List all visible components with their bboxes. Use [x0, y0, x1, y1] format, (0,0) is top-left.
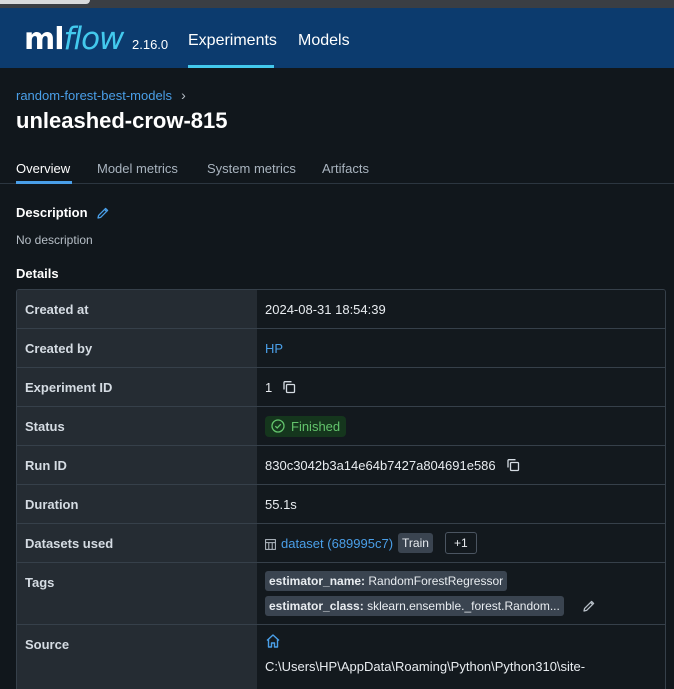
status-value: Finished: [257, 407, 665, 445]
browser-chrome-strip: [0, 0, 674, 8]
table-icon: [265, 538, 276, 550]
tag-value: RandomForestRegressor: [368, 574, 504, 588]
created-by-key: Created by: [17, 329, 257, 367]
tag-chip[interactable]: estimator_class: sklearn.ensemble._fores…: [265, 596, 564, 616]
tag-chip[interactable]: estimator_name: RandomForestRegressor: [265, 571, 508, 591]
logo-ml-text: ml: [24, 22, 65, 57]
browser-tab-edge: [0, 0, 90, 4]
nav-active-indicator: [188, 65, 274, 68]
status-badge: Finished: [265, 415, 347, 437]
dataset-link[interactable]: dataset (689995c7): [281, 536, 393, 551]
experiment-id-key: Experiment ID: [17, 368, 257, 406]
datasets-value: dataset (689995c7) Train +1: [257, 524, 665, 562]
tag-name: estimator_name:: [269, 574, 366, 588]
home-icon: [265, 633, 281, 649]
table-row: Created at 2024-08-31 18:54:39: [17, 290, 665, 329]
nav-experiments[interactable]: Experiments: [188, 32, 277, 50]
breadcrumb-chevron-icon: ›: [181, 87, 186, 103]
duration-value: 55.1s: [257, 485, 665, 523]
table-row: Source C:\Users\HP\AppData\Roaming\Pytho…: [17, 625, 665, 689]
dataset-context-tag: Train: [398, 533, 433, 553]
table-row: Duration 55.1s: [17, 485, 665, 524]
run-id-key: Run ID: [17, 446, 257, 484]
source-key: Source: [17, 625, 257, 689]
run-id-value: 830c3042b3a14e64b7427a804691e586: [257, 446, 665, 484]
run-id-text: 830c3042b3a14e64b7427a804691e586: [265, 457, 496, 473]
table-row: Run ID 830c3042b3a14e64b7427a804691e586: [17, 446, 665, 485]
tab-active-indicator: [16, 181, 72, 184]
nav-models[interactable]: Models: [298, 32, 350, 50]
created-by-value: HP: [257, 329, 665, 367]
version-label: 2.16.0: [132, 37, 169, 52]
duration-key: Duration: [17, 485, 257, 523]
table-row: Status Finished: [17, 407, 665, 446]
duration-text: 55.1s: [265, 496, 297, 512]
created-at-value: 2024-08-31 18:54:39: [257, 290, 665, 328]
tab-model-metrics[interactable]: Model metrics: [97, 161, 178, 176]
status-key: Status: [17, 407, 257, 445]
experiment-id-value: 1: [257, 368, 665, 406]
created-at-text: 2024-08-31 18:54:39: [265, 301, 386, 317]
tab-system-metrics[interactable]: System metrics: [207, 161, 296, 176]
page-title: unleashed-crow-815: [16, 108, 228, 133]
tags-key: Tags: [17, 563, 257, 624]
status-text: Finished: [291, 418, 341, 434]
tab-overview[interactable]: Overview: [16, 161, 70, 176]
description-header: Description: [16, 205, 110, 220]
check-circle-icon: [271, 419, 285, 433]
created-by-link[interactable]: HP: [265, 341, 283, 356]
datasets-key: Datasets used: [17, 524, 257, 562]
logo-flow-text: flow: [63, 21, 125, 57]
pencil-icon[interactable]: [96, 206, 110, 220]
copy-icon[interactable]: [282, 380, 296, 394]
source-path[interactable]: C:\Users\HP\AppData\Roaming\Python\Pytho…: [265, 657, 585, 676]
table-row: Tags estimator_name: RandomForestRegress…: [17, 563, 665, 625]
run-tabs: Overview Model metrics System metrics Ar…: [0, 160, 674, 184]
tag-line: estimator_name: RandomForestRegressor: [265, 571, 508, 591]
more-datasets-button[interactable]: +1: [444, 532, 477, 554]
table-row: Created by HP: [17, 329, 665, 368]
details-table: Created at 2024-08-31 18:54:39 Created b…: [16, 289, 666, 689]
breadcrumb-experiment-link[interactable]: random-forest-best-models: [16, 88, 172, 103]
pencil-icon[interactable]: [582, 599, 596, 613]
top-navigation-bar: ml flow 2.16.0 Experiments Models: [0, 8, 674, 68]
tag-name: estimator_class:: [269, 599, 364, 613]
source-value: C:\Users\HP\AppData\Roaming\Python\Pytho…: [257, 625, 665, 689]
created-at-key: Created at: [17, 290, 257, 328]
tab-artifacts[interactable]: Artifacts: [322, 161, 369, 176]
copy-icon[interactable]: [506, 458, 520, 472]
breadcrumb: random-forest-best-models ›: [16, 87, 186, 103]
tag-line: estimator_class: sklearn.ensemble._fores…: [265, 596, 596, 616]
description-text: No description: [16, 233, 93, 247]
tag-value: sklearn.ensemble._forest.Random...: [367, 599, 560, 613]
details-label: Details: [16, 266, 59, 281]
table-row: Datasets used dataset (689995c7) Train +…: [17, 524, 665, 563]
experiment-id-text: 1: [265, 379, 273, 395]
description-label: Description: [16, 205, 88, 220]
tags-value: estimator_name: RandomForestRegressor es…: [257, 563, 665, 624]
mlflow-logo[interactable]: ml flow: [24, 21, 125, 57]
table-row: Experiment ID 1: [17, 368, 665, 407]
